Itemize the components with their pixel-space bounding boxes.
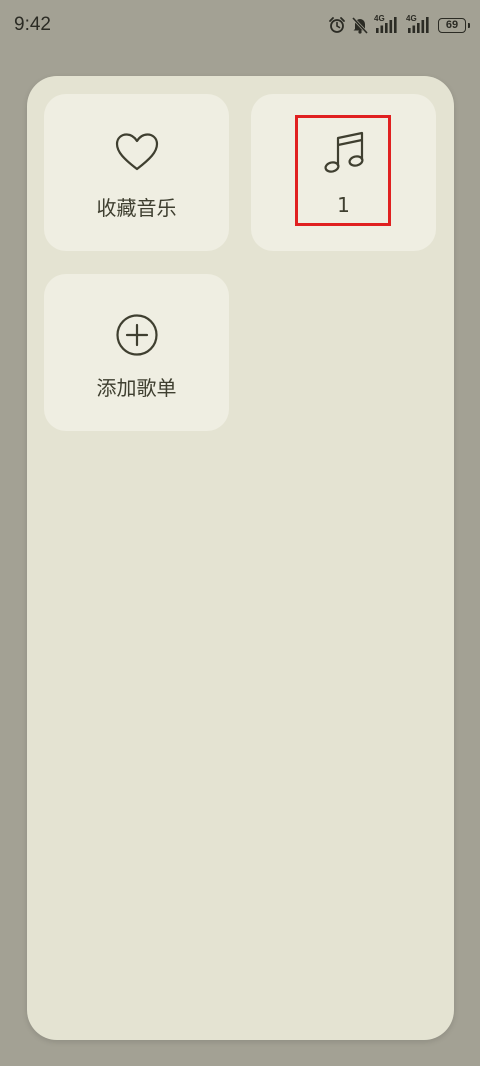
favorites-label: 收藏音乐	[96, 196, 177, 220]
heart-icon	[115, 133, 158, 171]
network-type-label: 4G	[374, 14, 385, 23]
status-time: 9:42	[14, 14, 51, 35]
favorites-tile[interactable]: 收藏音乐	[44, 94, 229, 251]
battery-level: 69	[445, 19, 459, 31]
add-circle-icon	[115, 314, 158, 356]
playlist-tile[interactable]: 1	[251, 94, 436, 251]
mute-icon	[352, 16, 368, 34]
alarm-icon	[329, 17, 345, 33]
add-playlist-tile[interactable]: 添加歌单	[44, 274, 229, 431]
music-panel: 收藏音乐 1 添加歌单	[27, 76, 454, 1040]
signal-group-1: 4G	[374, 14, 400, 33]
status-bar: 9:42 4G 4G 69	[0, 0, 480, 52]
network-type-label: 4G	[406, 14, 417, 23]
add-playlist-label: 添加歌单	[96, 376, 177, 400]
signal-group-2: 4G	[406, 14, 432, 33]
status-icons: 4G 4G 69	[328, 14, 470, 34]
selection-highlight	[295, 115, 391, 226]
battery-icon: 69	[438, 17, 470, 33]
